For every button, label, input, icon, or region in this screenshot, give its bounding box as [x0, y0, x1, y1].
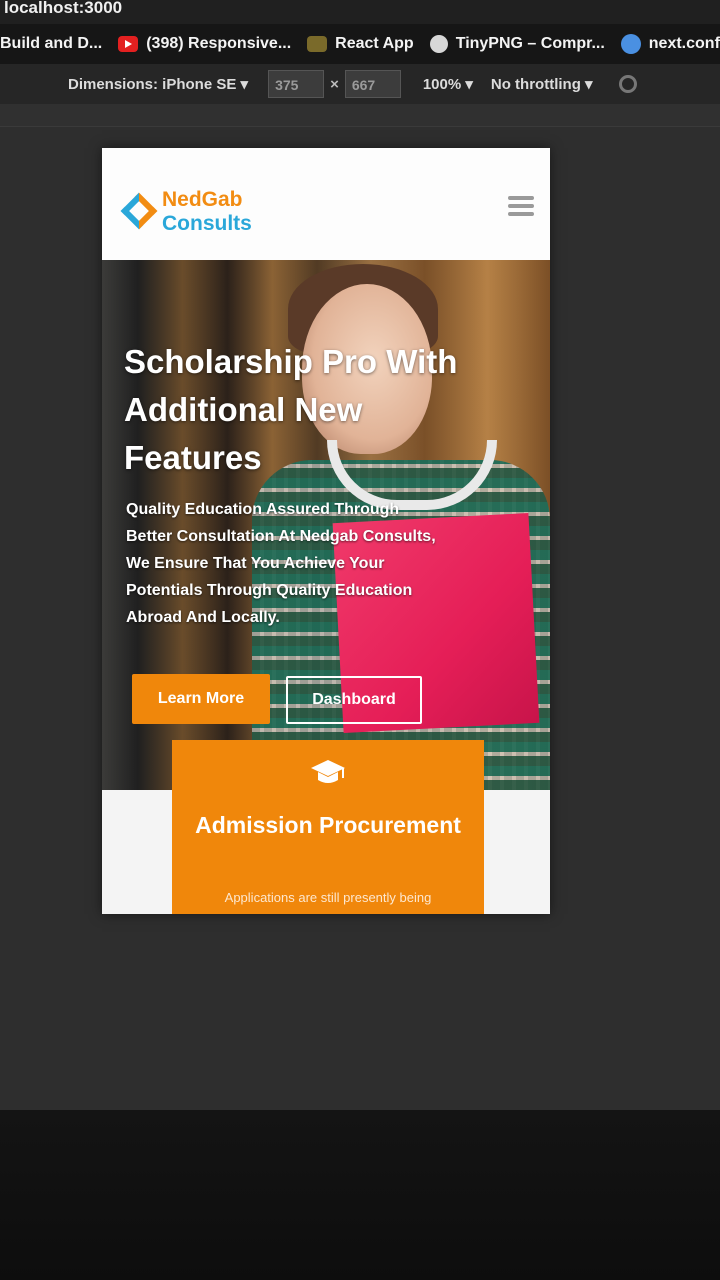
throttling-select[interactable]: No throttling ▾: [491, 75, 593, 93]
hero-section: Scholarship Pro With Additional New Feat…: [102, 260, 550, 790]
youtube-icon: [118, 36, 139, 52]
bookmark-label: (398) Responsive...: [146, 35, 292, 52]
tinypng-icon: [429, 35, 448, 53]
github-icon: [620, 34, 641, 54]
graduation-cap-icon: [311, 760, 345, 783]
hero-title: Scholarship Pro With Additional New Feat…: [124, 343, 458, 476]
device-viewport: NedGab Consults Scholarship Pro With Add…: [102, 148, 550, 914]
react-icon: [307, 36, 328, 52]
brand-logo[interactable]: NedGab Consults: [162, 188, 252, 236]
bookmark-react-app[interactable]: React App: [307, 35, 414, 53]
url-text: localhost:3000: [4, 0, 123, 17]
brand-name-line2: Consults: [162, 212, 252, 235]
bookmark-label: next.config.js –: [648, 35, 720, 52]
address-bar[interactable]: localhost:3000: [0, 0, 720, 24]
logo-icon: [120, 192, 158, 230]
bookmark-label: Build and D...: [0, 35, 103, 52]
hero-description: Quality Education Assured Through Better…: [126, 501, 436, 626]
bookmarks-bar: Build and D... (398) Responsive... React…: [0, 24, 720, 64]
bookmark-tinypng[interactable]: TinyPNG – Compr...: [429, 35, 605, 53]
brand-name-line1: NedGab: [162, 188, 243, 211]
times-sign: ×: [330, 75, 339, 93]
height-input[interactable]: 667: [344, 70, 401, 98]
width-input[interactable]: 375: [268, 70, 325, 98]
monitor-screen: localhost:3000 Build and D... (398) Resp…: [0, 0, 720, 1110]
feature-card-title: Admission Procurement: [195, 812, 461, 838]
site-navbar: NedGab Consults: [102, 148, 550, 261]
viewport-ruler: [0, 104, 720, 127]
rotate-icon[interactable]: [618, 75, 637, 93]
feature-card-text: Applications are still presently being: [224, 890, 432, 905]
hamburger-menu-icon[interactable]: [508, 196, 534, 222]
device-toolbar: Dimensions: iPhone SE ▾ 375 × 667 100% ▾…: [0, 64, 720, 104]
learn-more-button[interactable]: Learn More: [132, 674, 270, 724]
dimensions-select[interactable]: Dimensions: iPhone SE ▾: [68, 75, 248, 93]
bookmark-label: TinyPNG – Compr...: [455, 35, 605, 52]
monitor-bezel: [0, 1110, 720, 1280]
bookmark-label: React App: [335, 35, 414, 52]
zoom-select[interactable]: 100% ▾: [423, 75, 473, 93]
dashboard-button[interactable]: Dashboard: [286, 676, 422, 724]
bookmark-build-and-deploy[interactable]: Build and D...: [0, 35, 102, 53]
bookmark-youtube[interactable]: (398) Responsive...: [118, 35, 291, 53]
feature-card-admission[interactable]: Admission Procurement Applications are s…: [172, 740, 484, 914]
bookmark-next-config[interactable]: next.config.js –: [620, 34, 720, 54]
